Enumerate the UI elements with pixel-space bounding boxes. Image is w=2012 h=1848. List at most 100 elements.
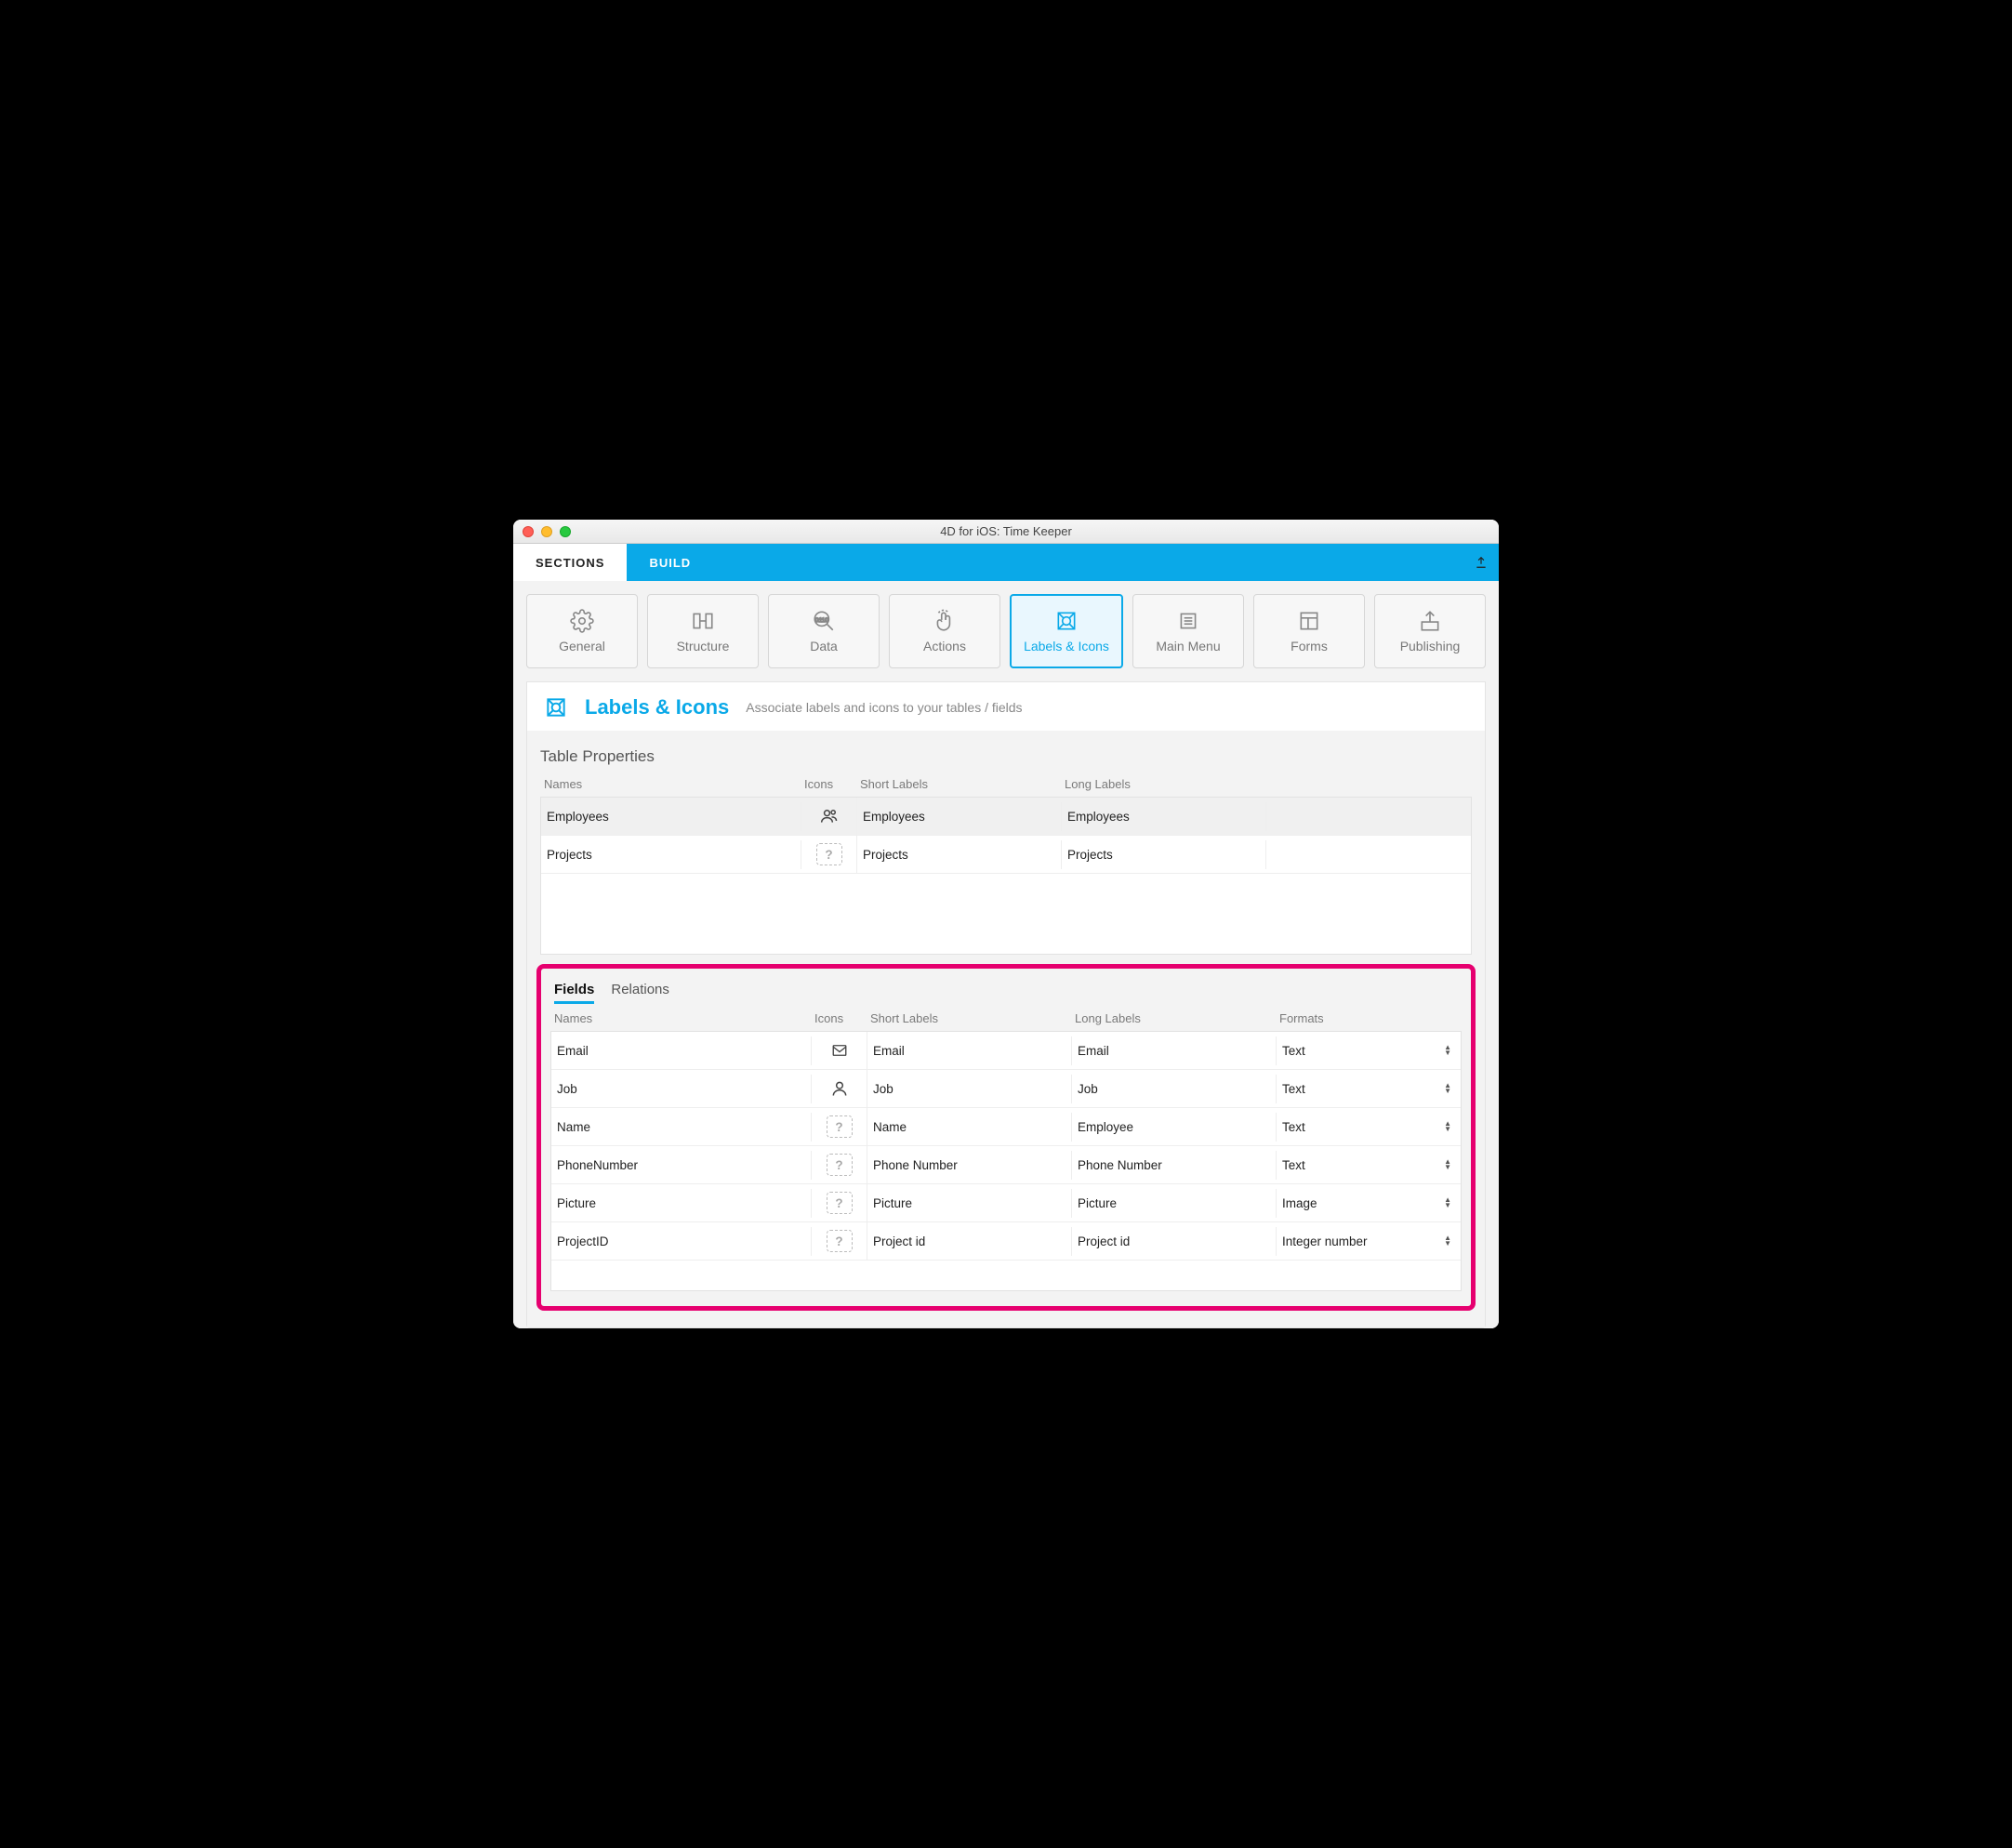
panel-header: Labels & Icons Associate labels and icon… [527,681,1485,731]
fields-header: Names Icons Short Labels Long Labels For… [550,1011,1462,1031]
tap-icon [933,609,957,633]
cell-long[interactable]: Picture [1072,1189,1277,1218]
cell-format[interactable]: Image ▲▼ [1277,1189,1461,1218]
tab-sections[interactable]: SECTIONS [513,544,627,581]
row-icon[interactable] [816,805,842,827]
cell-short[interactable]: Email [867,1036,1072,1065]
format-value: Text [1282,1044,1305,1058]
window-title: 4D for iOS: Time Keeper [513,524,1499,538]
placeholder-icon[interactable]: ? [827,1230,853,1252]
col-formats: Formats [1279,1011,1458,1025]
tile-general[interactable]: General [526,594,638,668]
cell-name: ProjectID [551,1227,812,1256]
cell-format[interactable]: Text▲▼ [1277,1151,1461,1180]
col-short: Short Labels [870,1011,1075,1025]
gear-icon [570,609,594,633]
cell-short[interactable]: Phone Number [867,1151,1072,1180]
cell-icon [812,1032,867,1069]
placeholder-icon[interactable]: ? [816,843,842,865]
cell-icon: ? [812,1184,867,1221]
cell-name: Job [551,1075,812,1103]
panel-title: Labels & Icons [585,695,729,719]
cell-name: PhoneNumber [551,1151,812,1180]
cell-icon: ? [801,836,857,873]
placeholder-icon[interactable]: ? [827,1192,853,1214]
tile-actions[interactable]: Actions [889,594,1000,668]
cell-format[interactable]: Integer number ▲▼ [1277,1227,1461,1256]
forms-icon [1297,609,1321,633]
cell-short[interactable]: Project id [867,1227,1072,1256]
cell-format[interactable]: Text ▲▼ [1277,1036,1461,1065]
export-icon[interactable] [1475,556,1488,569]
stepper-icon[interactable]: ▲▼ [1444,1159,1451,1170]
tile-label: Main Menu [1156,639,1220,653]
labels-icon [544,695,568,719]
col-short: Short Labels [860,777,1065,791]
menu-icon [1176,609,1200,633]
field-row[interactable]: ProjectID?Project idProject idInteger nu… [551,1222,1461,1261]
row-icon[interactable] [827,1077,853,1100]
labels-icon [1054,609,1079,633]
cell-short[interactable]: Picture [867,1189,1072,1218]
table-properties-title: Table Properties [540,747,1472,766]
cell-format[interactable]: Text▲▼ [1277,1075,1461,1103]
top-nav: SECTIONS BUILD [513,544,1499,581]
stepper-icon[interactable]: ▲▼ [1444,1083,1451,1094]
tile-label: Structure [677,639,730,653]
field-row[interactable]: Picture?PicturePictureImage▲▼ [551,1184,1461,1222]
placeholder-icon[interactable]: ? [827,1115,853,1138]
cell-name: Employees [541,802,801,831]
svg-text:0110: 0110 [815,617,828,624]
cell-empty [1266,847,1471,862]
table-row[interactable]: Projects?ProjectsProjects [541,836,1471,874]
panel-desc: Associate labels and icons to your table… [746,700,1022,715]
placeholder-icon[interactable]: ? [827,1154,853,1176]
cell-short[interactable]: Employees [857,802,1062,831]
cell-long[interactable]: Phone Number [1072,1151,1277,1180]
tab-build[interactable]: BUILD [627,544,713,581]
tile-labels-icons[interactable]: Labels & Icons [1010,594,1123,668]
col-icons: Icons [814,1011,870,1025]
cell-icon [812,1070,867,1107]
content: General Structure 0110 Data Actions Labe… [513,581,1499,1328]
cell-name: Email [551,1036,812,1065]
stepper-icon[interactable]: ▲▼ [1444,1235,1451,1247]
tile-label: Data [810,639,838,653]
stepper-icon[interactable]: ▲▼ [1444,1121,1451,1132]
table-body: EmployeesEmployeesEmployeesProjects?Proj… [540,797,1472,955]
cell-short[interactable]: Projects [857,840,1062,869]
cell-long[interactable]: Job [1072,1075,1277,1103]
cell-short[interactable]: Name [867,1113,1072,1142]
cell-long[interactable]: Email [1072,1036,1277,1065]
tile-forms[interactable]: Forms [1253,594,1365,668]
field-row[interactable]: PhoneNumber?Phone NumberPhone NumberText… [551,1146,1461,1184]
field-row[interactable]: JobJobJobText▲▼ [551,1070,1461,1108]
section-tiles: General Structure 0110 Data Actions Labe… [526,594,1486,668]
tile-publishing[interactable]: Publishing [1374,594,1486,668]
format-value: Image [1282,1196,1317,1210]
stepper-icon[interactable]: ▲▼ [1444,1045,1451,1056]
stepper-icon[interactable]: ▲▼ [1444,1197,1451,1208]
format-value: Integer number [1282,1234,1368,1248]
table-header: Names Icons Short Labels Long Labels [540,777,1472,797]
field-row[interactable]: EmailEmailEmailText▲▼ [551,1032,1461,1070]
tile-main-menu[interactable]: Main Menu [1132,594,1244,668]
cell-name: Projects [541,840,801,869]
cell-long[interactable]: Employees [1062,802,1266,831]
tile-structure[interactable]: Structure [647,594,759,668]
section-body: Table Properties Names Icons Short Label… [527,731,1485,1327]
cell-long[interactable]: Employee [1072,1113,1277,1142]
cell-short[interactable]: Job [867,1075,1072,1103]
cell-icon: ? [812,1222,867,1260]
fields-body: EmailEmailEmailText▲▼JobJobJobText▲▼Name… [550,1031,1462,1291]
cell-long[interactable]: Projects [1062,840,1266,869]
tile-label: Forms [1291,639,1328,653]
cell-long[interactable]: Project id [1072,1227,1277,1256]
cell-format[interactable]: Text▲▼ [1277,1113,1461,1142]
subtab-fields[interactable]: Fields [554,982,594,1004]
row-icon[interactable] [827,1039,853,1062]
table-row[interactable]: EmployeesEmployeesEmployees [541,798,1471,836]
subtab-relations[interactable]: Relations [611,982,669,1004]
tile-data[interactable]: 0110 Data [768,594,880,668]
field-row[interactable]: Name?NameEmployeeText▲▼ [551,1108,1461,1146]
